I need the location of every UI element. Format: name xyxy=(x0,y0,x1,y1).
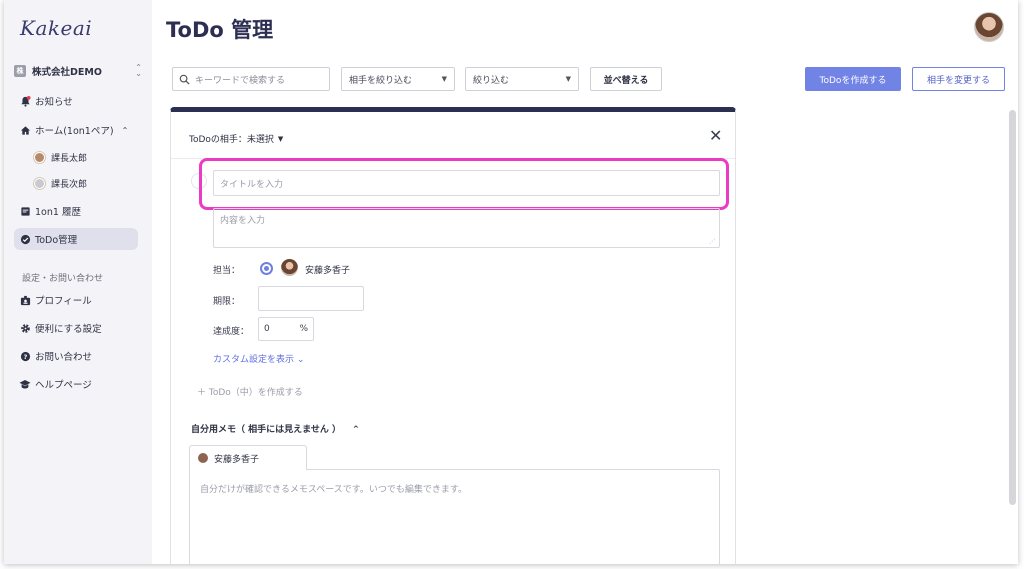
sidebar-item-kacho-taro[interactable]: 課長太郎 xyxy=(14,146,138,168)
app-window: Kakeai 株 株式会社DEMO ⌃ ⌄ お知らせ ホーム(1on1ペア) ⌃ … xyxy=(4,0,1018,564)
plus-icon: ＋ xyxy=(197,388,209,398)
search-icon xyxy=(179,74,190,85)
sidebar-item-kacho-jiro[interactable]: 課長次郎 xyxy=(14,172,138,194)
show-custom-settings-link[interactable]: カスタム設定を表示 ⌄ xyxy=(213,352,304,365)
check-circle-icon xyxy=(19,233,31,245)
filter-select[interactable]: 絞り込む ▼ xyxy=(465,67,579,91)
history-icon xyxy=(19,205,31,217)
settings-section-label: 設定・お問い合わせ xyxy=(22,274,104,284)
sidebar: Kakeai 株 株式会社DEMO ⌃ ⌄ お知らせ ホーム(1on1ペア) ⌃ … xyxy=(4,0,152,564)
percent-unit: % xyxy=(299,324,308,334)
sidebar-item-home[interactable]: ホーム(1on1ペア) ⌃ xyxy=(14,119,138,141)
home-icon xyxy=(19,124,31,136)
updown-chevron-icon: ⌃ ⌄ xyxy=(135,63,142,78)
company-switcher[interactable]: 株 株式会社DEMO ⌃ ⌄ xyxy=(14,62,142,80)
avatar xyxy=(34,177,45,189)
profile-icon xyxy=(19,294,31,306)
sort-button[interactable]: 並べ替える xyxy=(590,67,662,91)
memo-title: 自分用メモ（ 相手には見えません ） xyxy=(191,425,341,435)
chevron-down-icon: ⌄ xyxy=(296,355,305,365)
avatar xyxy=(34,151,45,163)
sidebar-item-label: 課長次郎 xyxy=(51,179,88,190)
deadline-input[interactable] xyxy=(258,286,364,311)
sidebar-item-label: お知らせ xyxy=(35,97,73,108)
app-logo[interactable]: Kakeai xyxy=(20,16,92,40)
sidebar-item-settings[interactable]: 便利にする設定 xyxy=(14,317,138,339)
filter-label: 絞り込む xyxy=(473,75,510,86)
todo-partner-label: ToDoの相手：未選択 xyxy=(189,135,274,145)
bell-icon xyxy=(19,95,31,107)
todo-partner-selector[interactable]: ToDoの相手：未選択 ▼ xyxy=(189,132,284,146)
dropdown-arrow-icon: ▼ xyxy=(441,75,447,83)
sidebar-item-label: プロフィール xyxy=(35,296,92,307)
assignee-label: 担当： xyxy=(213,266,241,276)
sidebar-item-contact[interactable]: ? お問い合わせ xyxy=(14,345,138,367)
progress-value: 0 xyxy=(264,324,270,334)
avatar xyxy=(281,259,298,276)
sidebar-item-label: ホーム(1on1ペア) xyxy=(35,126,114,137)
custom-settings-label: カスタム設定を表示 xyxy=(213,355,295,365)
content-placeholder: 内容を入力 xyxy=(220,216,266,226)
title-input-highlight xyxy=(199,158,729,210)
search-placeholder: キーワードで検索する xyxy=(195,75,286,86)
progress-label: 達成度： xyxy=(213,327,250,337)
add-sub-todo-button[interactable]: ＋ ToDo（中）を作成する xyxy=(197,385,303,398)
progress-input[interactable]: 0 % xyxy=(258,317,314,341)
sidebar-item-label: 課長太郎 xyxy=(51,153,88,164)
sidebar-item-label: お問い合わせ xyxy=(35,352,93,363)
page-title: ToDo 管理 xyxy=(166,18,274,42)
memo-tab[interactable]: 安藤多香子 xyxy=(189,445,307,470)
sidebar-item-help[interactable]: ヘルプページ xyxy=(14,373,138,395)
svg-text:?: ? xyxy=(23,352,27,360)
chevron-up-icon[interactable]: ⌃ xyxy=(122,126,129,135)
sidebar-item-todo[interactable]: ToDo管理 xyxy=(14,228,138,250)
sidebar-item-profile[interactable]: プロフィール xyxy=(14,289,138,311)
chevron-up-icon: ⌃ xyxy=(352,425,360,435)
sidebar-item-label: ToDo管理 xyxy=(35,235,78,246)
change-partner-button[interactable]: 相手を変更する xyxy=(912,67,1005,91)
todo-create-panel: ToDoの相手：未選択 ▼ ✕ タイトルを入力 内容を入力 ⋰ 担当： 安藤多香… xyxy=(170,107,736,564)
sidebar-item-label: ヘルプページ xyxy=(35,380,92,391)
create-todo-button[interactable]: ToDoを作成する xyxy=(805,67,901,91)
search-input[interactable]: キーワードで検索する xyxy=(172,67,330,91)
sidebar-item-label: 便利にする設定 xyxy=(35,324,102,335)
assignee-name: 安藤多香子 xyxy=(305,266,351,276)
sidebar-item-label: 1on1 履歴 xyxy=(35,207,81,218)
company-name: 株式会社DEMO xyxy=(32,67,102,78)
company-badge: 株 xyxy=(14,65,26,77)
avatar xyxy=(198,453,208,463)
assignee-radio[interactable] xyxy=(260,262,273,275)
resize-handle-icon[interactable]: ⋰ xyxy=(709,238,715,245)
memo-textarea[interactable]: 自分だけが確認できるメモスペースです。いつでも編集できます。 xyxy=(189,469,720,564)
dropdown-arrow-icon: ▼ xyxy=(565,75,571,83)
sidebar-item-history[interactable]: 1on1 履歴 xyxy=(14,200,138,222)
scrollbar[interactable] xyxy=(1009,110,1016,505)
content-textarea[interactable]: 内容を入力 ⋰ xyxy=(213,208,720,248)
deadline-label: 期限： xyxy=(213,297,241,307)
memo-placeholder: 自分だけが確認できるメモスペースです。いつでも編集できます。 xyxy=(200,485,467,495)
question-icon: ? xyxy=(19,350,31,362)
add-sub-todo-label: ToDo（中）を作成する xyxy=(208,388,303,398)
user-avatar[interactable] xyxy=(974,12,1004,42)
memo-tab-name: 安藤多香子 xyxy=(214,454,260,465)
sidebar-item-notifications[interactable]: お知らせ xyxy=(14,90,138,112)
caret-down-icon: ▼ xyxy=(277,134,284,143)
partner-filter-label: 相手を絞り込む xyxy=(349,75,413,86)
memo-section-header[interactable]: 自分用メモ（ 相手には見えません ） ⌃ xyxy=(191,422,360,435)
partner-filter-select[interactable]: 相手を絞り込む ▼ xyxy=(341,67,455,91)
gear-icon xyxy=(19,322,31,334)
graduation-cap-icon xyxy=(19,378,31,390)
close-icon[interactable]: ✕ xyxy=(709,126,722,145)
